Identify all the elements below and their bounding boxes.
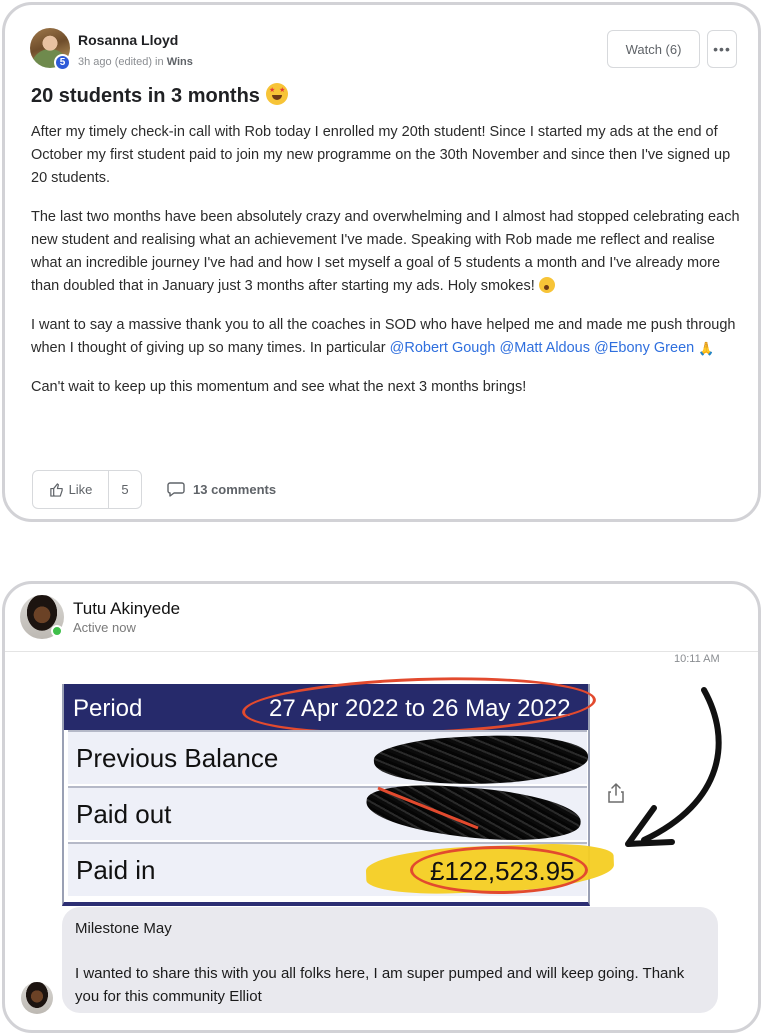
post-paragraph: I want to say a massive thank you to all… [31,314,741,360]
post-paragraph: After my timely check-in call with Rob t… [31,124,731,186]
more-options-button[interactable]: ••• [707,30,737,68]
message-card: Tutu Akinyede Active now 10:11 AM Period… [2,581,761,1033]
post-title-text: 20 students in 3 months [31,85,260,107]
message-timestamp: 10:11 AM [674,653,720,665]
arrow-annotation-icon [625,687,722,847]
praying-hands-emoji-icon: 🙏 [698,341,715,356]
star-struck-emoji-icon [265,83,288,105]
strike-annotation [377,786,479,830]
astonished-emoji-icon [538,277,555,293]
comments-link[interactable]: 13 comments [167,481,276,497]
bank-statement-image[interactable]: Period 27 Apr 2022 to 26 May 2022 Previo… [62,671,615,906]
message-line: I wanted to share this with you all folk… [75,965,685,1005]
message-line: Milestone May [75,920,172,937]
post-card: 5 Rosanna Lloyd 3h ago (edited) in Wins … [2,2,761,522]
like-label: Like [68,482,93,497]
statement-row-label: Paid in [76,855,156,885]
more-icon: ••• [713,41,731,57]
mention-link[interactable]: @Ebony Green [594,340,694,356]
author-name[interactable]: Rosanna Lloyd [78,32,178,48]
watch-button[interactable]: Watch (6) [607,30,700,68]
like-control: Like 5 [32,470,142,509]
online-status-icon [51,625,63,637]
statement-row-label: Previous Balance [76,743,279,773]
post-body: After my timely check-in call with Rob t… [31,121,741,415]
period-label: Period [73,695,143,722]
post-meta: 3h ago (edited) in Wins [78,56,193,68]
contact-name[interactable]: Tutu Akinyede [73,599,180,619]
comments-count: 13 comments [193,481,277,497]
post-paragraph: The last two months have been absolutely… [31,206,741,298]
thumbs-up-icon [49,483,63,497]
post-paragraph-text: The last two months have been absolutely… [31,209,740,294]
message-bubble[interactable]: Milestone May I wanted to share this wit… [62,907,718,1013]
post-paragraph: Can't wait to keep up this momentum and … [31,379,527,395]
like-count[interactable]: 5 [109,482,141,497]
comment-icon [167,482,185,497]
mention-link[interactable]: @Matt Aldous [500,340,590,356]
post-category-link[interactable]: Wins [167,56,193,68]
post-title: 20 students in 3 months [31,83,288,108]
paid-in-value: £122,523.95 [430,856,575,886]
mention-link[interactable]: @Robert Gough [390,340,496,356]
like-button[interactable]: Like [33,471,109,508]
sender-avatar[interactable] [21,982,53,1014]
statement-row-label: Paid out [76,799,172,829]
header-divider [5,651,758,652]
level-badge: 5 [54,54,71,71]
post-time: 3h ago (edited) in [78,56,164,68]
contact-status: Active now [73,620,136,635]
share-icon[interactable] [606,782,626,804]
